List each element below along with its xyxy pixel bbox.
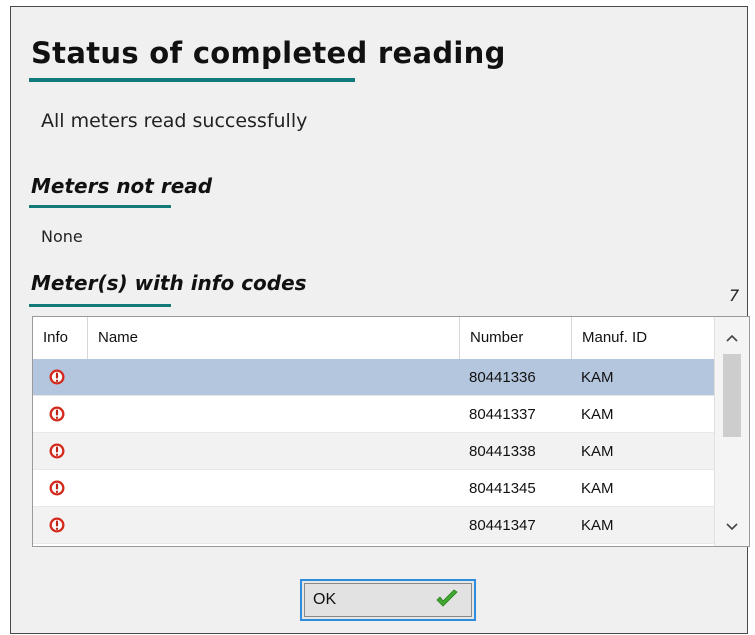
info-codes-count: 7 — [729, 286, 740, 305]
cell-manuf-id: KAM — [581, 369, 614, 386]
table-row[interactable]: 80441338 KAM — [33, 433, 715, 470]
table-row[interactable]: 80441337 KAM — [33, 396, 715, 433]
scroll-thumb[interactable] — [723, 354, 741, 437]
chevron-up-icon — [726, 334, 738, 342]
cell-name — [87, 470, 459, 507]
ok-button-label: OK — [313, 591, 337, 608]
warning-icon — [49, 480, 65, 496]
table-row[interactable]: 80441347 KAM — [33, 507, 715, 544]
cell-number: 80441347 — [469, 517, 536, 534]
cell-manuf-id: KAM — [581, 406, 614, 423]
status-message: All meters read successfully — [41, 110, 308, 132]
cell-name — [87, 433, 459, 470]
column-header-name[interactable]: Name — [87, 317, 459, 359]
cell-name — [87, 359, 459, 396]
cell-number: 80441336 — [469, 369, 536, 386]
column-header-manuf-id[interactable]: Manuf. ID — [571, 317, 715, 359]
meters-not-read-value: None — [41, 227, 83, 246]
table-header: Info Name Number Manuf. ID — [33, 317, 715, 360]
info-codes-heading: Meter(s) with info codes — [31, 271, 307, 295]
info-codes-underline — [29, 304, 171, 307]
status-dialog: Status of completed reading All meters r… — [10, 6, 750, 634]
ok-button-face: OK — [304, 583, 472, 617]
warning-icon — [49, 517, 65, 533]
table-rows: 80441336 KAM 80441337 KAM 80441338 KAM 8… — [33, 359, 715, 544]
chevron-down-icon — [726, 522, 738, 530]
meters-not-read-underline — [29, 205, 171, 208]
title-underline — [29, 78, 355, 82]
table-row[interactable]: 80441336 KAM — [33, 359, 715, 396]
ok-button[interactable]: OK — [300, 579, 476, 621]
cell-number: 80441337 — [469, 406, 536, 423]
check-icon — [436, 589, 458, 607]
table-row[interactable]: 80441345 KAM — [33, 470, 715, 507]
cell-number: 80441345 — [469, 480, 536, 497]
column-header-info[interactable]: Info — [33, 317, 87, 359]
cell-manuf-id: KAM — [581, 480, 614, 497]
table-scrollbar[interactable] — [714, 317, 749, 546]
column-header-number[interactable]: Number — [459, 317, 571, 359]
scroll-down-button[interactable] — [715, 512, 749, 542]
dialog-title: Status of completed reading — [31, 36, 506, 70]
warning-icon — [49, 406, 65, 422]
meters-not-read-heading: Meters not read — [31, 174, 213, 198]
cell-name — [87, 507, 459, 544]
warning-icon — [49, 369, 65, 385]
info-codes-table: Info Name Number Manuf. ID 80441336 KAM — [32, 316, 750, 547]
warning-icon — [49, 443, 65, 459]
cell-number: 80441338 — [469, 443, 536, 460]
cell-name — [87, 396, 459, 433]
cell-manuf-id: KAM — [581, 517, 614, 534]
scroll-up-button[interactable] — [715, 323, 749, 353]
cell-manuf-id: KAM — [581, 443, 614, 460]
